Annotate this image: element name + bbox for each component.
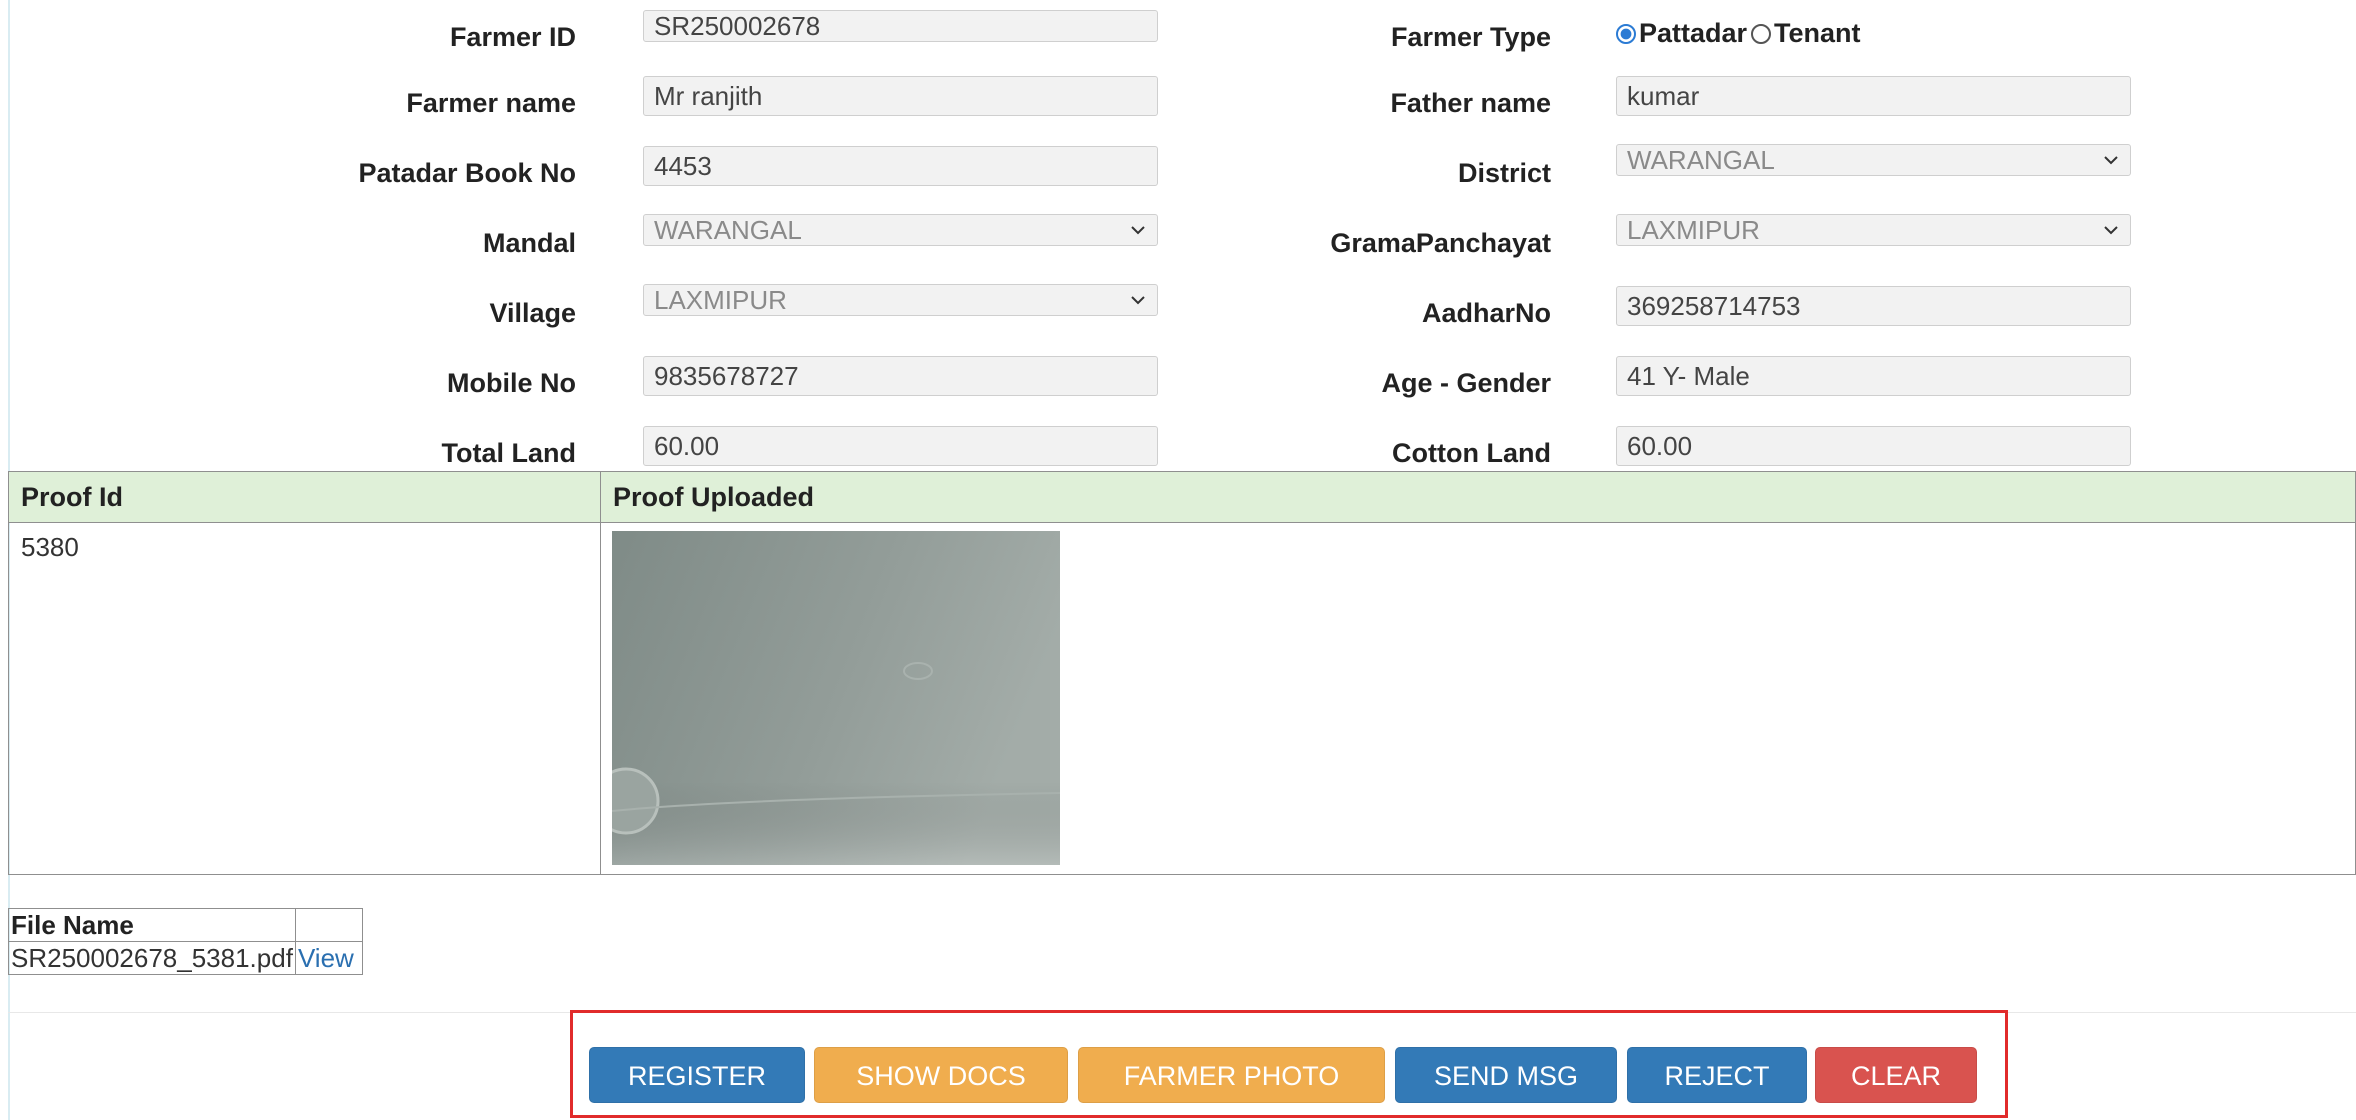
- patadar-book-no-label: Patadar Book No: [358, 158, 576, 188]
- mobile-no-label: Mobile No: [447, 368, 576, 398]
- mandal-value: WARANGAL: [654, 215, 802, 245]
- father-name-label: Father name: [1390, 88, 1551, 118]
- father-name-field[interactable]: kumar: [1616, 76, 2131, 116]
- district-label: District: [1457, 158, 1551, 188]
- grama-panchayat-select[interactable]: LAXMIPUR: [1616, 214, 2131, 246]
- cotton-land-field[interactable]: 60.00: [1616, 426, 2131, 466]
- village-label: Village: [489, 298, 576, 328]
- aadhar-no-value: 369258714753: [1627, 291, 1801, 321]
- file-table-header-row: File Name: [8, 908, 363, 942]
- proof-id-header: Proof Id: [21, 482, 123, 512]
- register-button[interactable]: REGISTER: [589, 1047, 805, 1103]
- father-name-value: kumar: [1627, 81, 1700, 111]
- farmer-name-label: Farmer name: [406, 88, 576, 118]
- chevron-down-icon: [1131, 293, 1145, 307]
- patadar-book-no-field[interactable]: 4453: [643, 146, 1158, 186]
- table-row: SR250002678_5381.pdf View: [8, 941, 363, 975]
- district-value: WARANGAL: [1627, 145, 1775, 175]
- proof-table: Proof Id Proof Uploaded 5380: [8, 471, 2356, 875]
- row-patadar-book: Patadar Book No 4453 District WARANGAL: [0, 144, 2356, 198]
- reject-button[interactable]: REJECT: [1627, 1047, 1807, 1103]
- radio-unselected-icon[interactable]: [1751, 24, 1772, 44]
- farmer-name-field[interactable]: Mr ranjith: [643, 76, 1158, 116]
- age-gender-label: Age - Gender: [1381, 368, 1551, 398]
- proof-uploaded-header: Proof Uploaded: [613, 482, 814, 512]
- chevron-down-icon: [1131, 223, 1145, 237]
- age-gender-value: 41 Y- Male: [1627, 361, 1750, 391]
- file-name-header: File Name: [8, 908, 296, 942]
- total-land-field[interactable]: 60.00: [643, 426, 1158, 466]
- mandal-label: Mandal: [482, 228, 576, 258]
- radio-tenant-label[interactable]: Tenant: [1774, 18, 1861, 48]
- chevron-down-icon: [2104, 153, 2118, 167]
- radio-pattadar-label[interactable]: Pattadar: [1639, 18, 1747, 48]
- row-mobile: Mobile No 9835678727 Age - Gender 41 Y- …: [0, 356, 2356, 408]
- mandal-select[interactable]: WARANGAL: [643, 214, 1158, 246]
- proof-table-header: Proof Id Proof Uploaded: [9, 472, 2355, 523]
- patadar-book-no-value: 4453: [654, 151, 712, 181]
- row-farmer-id: Farmer ID SR250002678 Farmer Type Pattad…: [0, 10, 2356, 60]
- age-gender-field[interactable]: 41 Y- Male: [1616, 356, 2131, 396]
- clear-button[interactable]: CLEAR: [1815, 1047, 1977, 1103]
- farmer-type-label: Farmer Type: [1390, 22, 1551, 52]
- file-action-header: [294, 908, 363, 942]
- mobile-no-value: 9835678727: [654, 361, 799, 391]
- farmer-id-field[interactable]: SR250002678: [643, 10, 1158, 42]
- aadhar-no-label: AadharNo: [1421, 298, 1551, 328]
- farmer-id-label: Farmer ID: [449, 22, 576, 52]
- file-name-cell: SR250002678_5381.pdf: [8, 941, 296, 975]
- cotton-land-value: 60.00: [1627, 431, 1693, 461]
- row-village: Village LAXMIPUR AadharNo 369258714753: [0, 284, 2356, 338]
- view-link[interactable]: View: [298, 943, 354, 973]
- row-mandal: Mandal WARANGAL GramaPanchayat LAXMIPUR: [0, 214, 2356, 268]
- farmer-photo-button[interactable]: FARMER PHOTO: [1078, 1047, 1385, 1103]
- village-select[interactable]: LAXMIPUR: [643, 284, 1158, 316]
- proof-table-divider: [600, 472, 601, 874]
- total-land-value: 60.00: [654, 431, 720, 461]
- radio-selected-icon[interactable]: [1616, 24, 1636, 44]
- grama-panchayat-value: LAXMIPUR: [1627, 215, 1760, 245]
- show-docs-button[interactable]: SHOW DOCS: [814, 1047, 1068, 1103]
- aadhar-no-field[interactable]: 369258714753: [1616, 286, 2131, 326]
- farmer-type-radio-group: Pattadar Tenant: [1616, 18, 1861, 49]
- file-action-cell: View: [294, 941, 363, 975]
- chevron-down-icon: [2104, 223, 2118, 237]
- proof-uploaded-image[interactable]: [612, 531, 1060, 865]
- proof-id-cell: 5380: [21, 532, 79, 562]
- cotton-land-label: Cotton Land: [1392, 438, 1551, 468]
- farmer-name-value: Mr ranjith: [654, 81, 763, 111]
- mobile-no-field[interactable]: 9835678727: [643, 356, 1158, 396]
- send-msg-button[interactable]: SEND MSG: [1395, 1047, 1617, 1103]
- district-select[interactable]: WARANGAL: [1616, 144, 2131, 176]
- farmer-id-value: SR250002678: [654, 11, 821, 41]
- file-table: File Name SR250002678_5381.pdf View: [8, 908, 363, 975]
- row-farmer-name: Farmer name Mr ranjith Father name kumar: [0, 76, 2356, 128]
- village-value: LAXMIPUR: [654, 285, 787, 315]
- grama-panchayat-label: GramaPanchayat: [1330, 228, 1551, 258]
- total-land-label: Total Land: [441, 438, 577, 468]
